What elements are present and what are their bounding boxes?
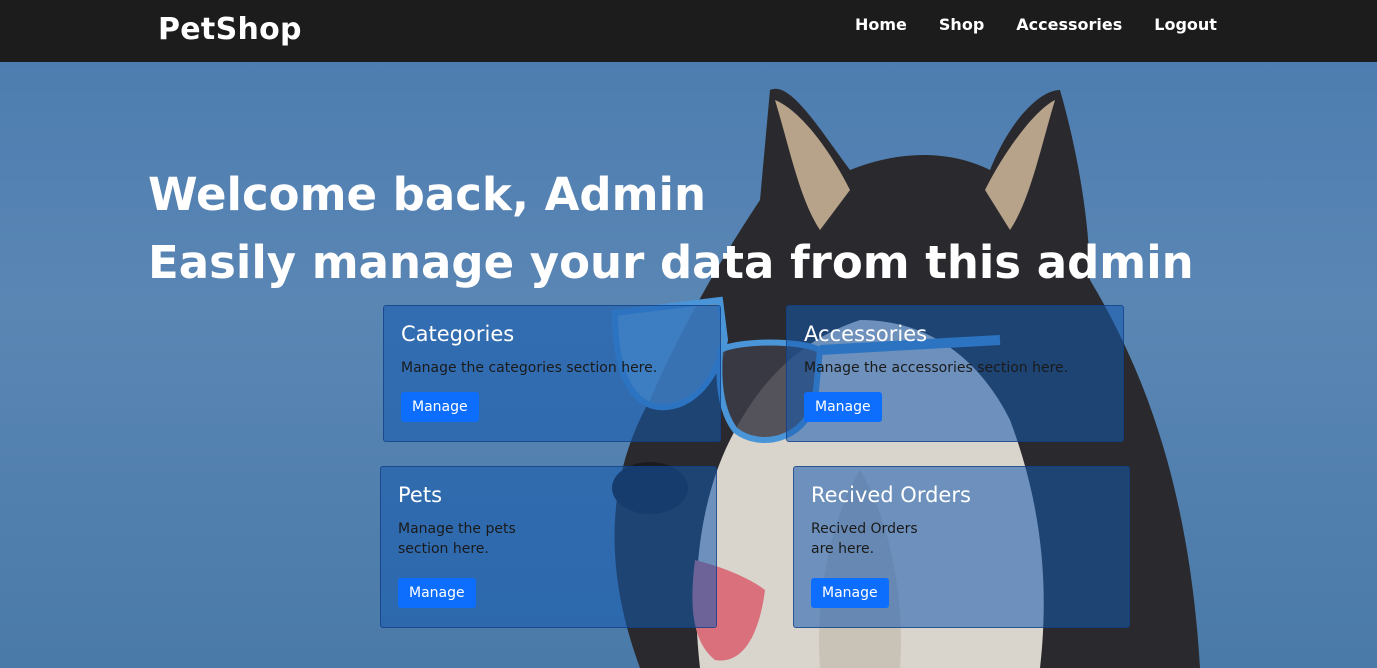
- nav-home-link[interactable]: Home: [855, 15, 907, 34]
- navbar: PetShop Home Shop Accessories Logout: [0, 0, 1377, 62]
- card-title: Accessories: [804, 322, 928, 346]
- welcome-heading: Welcome back, Admin: [148, 168, 706, 221]
- accessories-card: Accessories Manage the accessories secti…: [786, 305, 1124, 442]
- card-text: Manage the pets section here.: [398, 521, 516, 557]
- categories-card: Categories Manage the categories section…: [383, 305, 721, 442]
- nav-links: Home Shop Accessories Logout: [855, 15, 1217, 34]
- card-text: Recived Orders are here.: [811, 521, 918, 557]
- hero-subtitle: Easily manage your data from this admin: [148, 236, 1194, 289]
- manage-categories-button[interactable]: Manage: [401, 392, 479, 422]
- manage-orders-button[interactable]: Manage: [811, 578, 889, 608]
- nav-shop-link[interactable]: Shop: [939, 15, 984, 34]
- brand-logo[interactable]: PetShop: [158, 12, 302, 47]
- nav-accessories-link[interactable]: Accessories: [1016, 15, 1122, 34]
- card-title: Categories: [401, 322, 515, 346]
- manage-accessories-button[interactable]: Manage: [804, 392, 882, 422]
- card-text: Manage the accessories section here.: [804, 360, 1069, 376]
- pets-card: Pets Manage the pets section here. Manag…: [380, 466, 717, 628]
- received-orders-card: Recived Orders Recived Orders are here. …: [793, 466, 1130, 628]
- card-text: Manage the categories section here.: [401, 360, 658, 376]
- nav-logout-link[interactable]: Logout: [1154, 15, 1217, 34]
- manage-pets-button[interactable]: Manage: [398, 578, 476, 608]
- card-title: Recived Orders: [811, 483, 971, 507]
- card-title: Pets: [398, 483, 443, 507]
